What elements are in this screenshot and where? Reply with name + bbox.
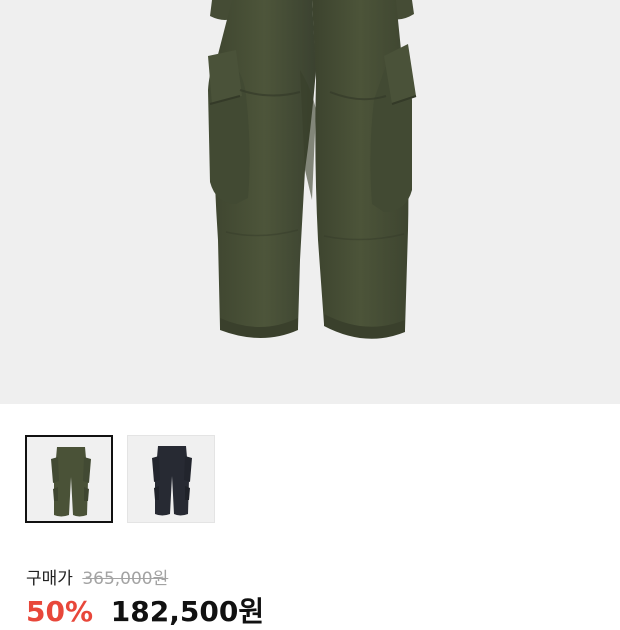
thumbnail-olive[interactable] [25, 435, 113, 523]
original-price: 365,000원 [82, 569, 169, 589]
thumbnail-navy[interactable] [127, 435, 215, 523]
discount-rate: 50% [26, 595, 94, 628]
cargo-pants-image [208, 0, 417, 339]
price-label: 구매가 [26, 569, 73, 589]
navy-cargo-pants-thumbnail [152, 446, 192, 516]
sale-price-row: 50% 182,500원 [26, 590, 264, 630]
product-main-image[interactable] [0, 0, 620, 404]
olive-cargo-pants-thumbnail [51, 447, 91, 517]
purchase-price-row: 구매가 365,000원 [26, 564, 168, 589]
sale-price: 182,500원 [110, 595, 265, 628]
